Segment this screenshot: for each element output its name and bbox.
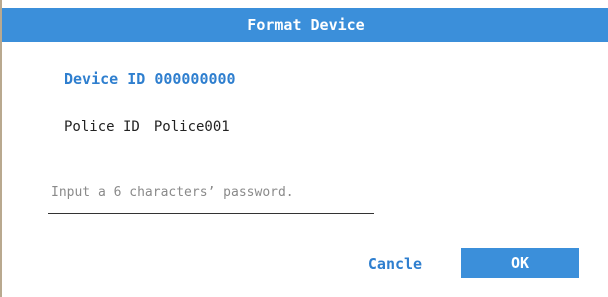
dialog-title: Format Device bbox=[247, 16, 365, 34]
device-id-label: Device ID bbox=[64, 70, 146, 88]
ok-button[interactable]: OK bbox=[461, 248, 579, 278]
cancel-button[interactable]: Cancle bbox=[346, 250, 444, 278]
device-id-row: Device ID 000000000 bbox=[64, 70, 236, 88]
format-device-dialog: Format Device Device ID 000000000 Police… bbox=[0, 0, 608, 297]
dialog-title-bar: Format Device bbox=[2, 8, 608, 42]
password-input[interactable] bbox=[48, 172, 374, 214]
police-id-row: Police ID Police001 bbox=[64, 119, 230, 135]
device-id-value: 000000000 bbox=[154, 70, 236, 88]
police-id-value: Police001 bbox=[153, 119, 230, 135]
police-id-label: Police ID bbox=[64, 119, 140, 135]
